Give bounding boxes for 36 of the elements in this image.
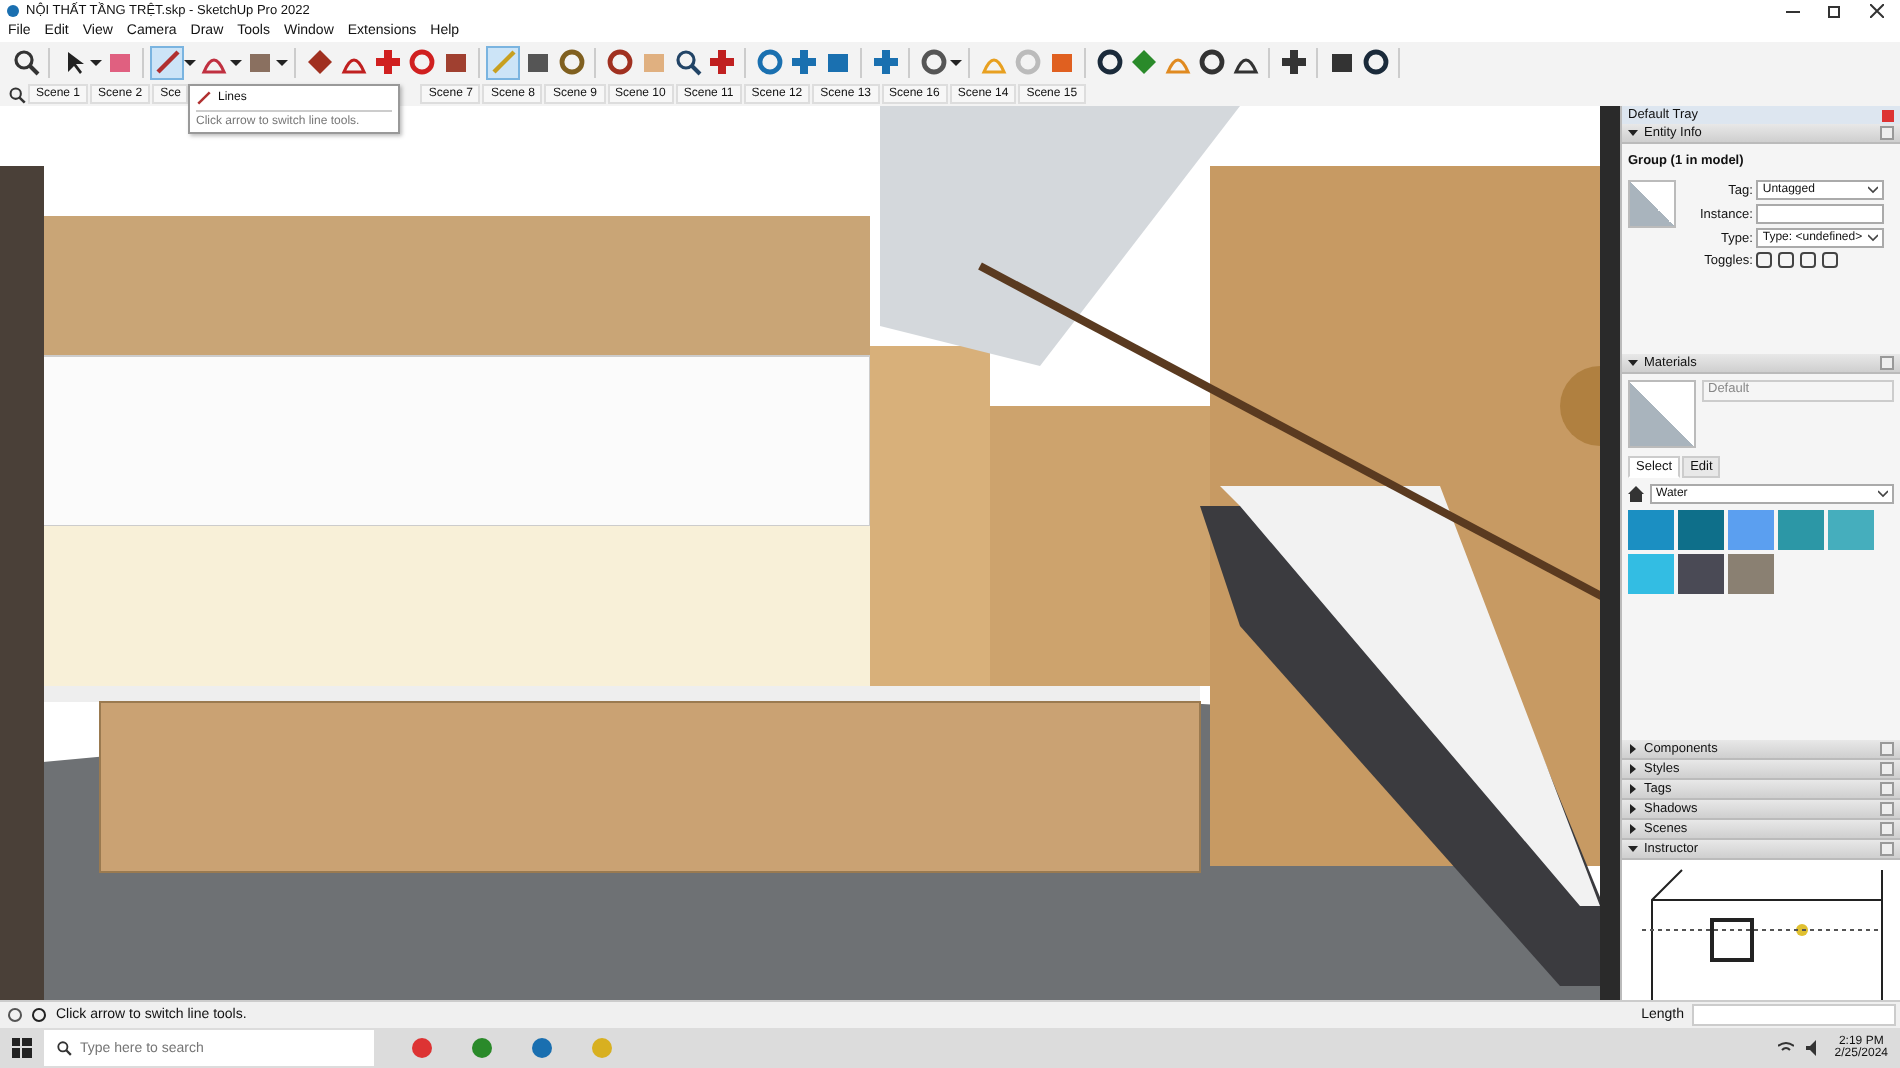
pencil-icon (196, 90, 212, 106)
search-icon (56, 1040, 72, 1056)
network-icon[interactable] (1778, 1040, 1795, 1056)
windows-start-icon[interactable] (12, 1038, 32, 1058)
material-swatch[interactable] (1778, 510, 1824, 550)
home-icon[interactable] (1628, 486, 1644, 502)
chevron-down-icon (1868, 186, 1879, 194)
chevron-down-icon (1878, 490, 1888, 498)
material-swatch[interactable] (1678, 554, 1724, 594)
measurement-field[interactable] (1692, 1004, 1896, 1026)
material-swatch[interactable] (1728, 510, 1774, 550)
taskbar-app-icon[interactable] (410, 1036, 434, 1060)
pencil-icon (153, 48, 181, 76)
taskbar-app-icon[interactable] (470, 1036, 494, 1060)
pencil-tool[interactable] (150, 45, 184, 79)
magnifier-tool[interactable] (670, 45, 704, 79)
material-swatch[interactable] (1628, 554, 1674, 594)
taskbar-app-icon[interactable] (530, 1036, 554, 1060)
chevron-down-icon (1868, 234, 1879, 242)
material-swatch[interactable] (1828, 510, 1874, 550)
magnifier-tool[interactable] (8, 45, 42, 79)
material-swatch[interactable] (1678, 510, 1724, 550)
rectangle-icon (245, 48, 273, 76)
material-swatch[interactable] (1628, 510, 1674, 550)
caret-down-icon (1628, 844, 1638, 854)
input-field[interactable] (1756, 204, 1885, 224)
search-icon[interactable] (8, 85, 26, 103)
caret-down-icon (1628, 128, 1638, 138)
magnifier-icon (11, 48, 39, 76)
restore-icon[interactable] (1828, 3, 1842, 17)
app-logo-icon (6, 3, 20, 17)
material-preview (1628, 380, 1696, 448)
caret-down-icon (1628, 358, 1638, 368)
material-thumbnail (1628, 180, 1676, 228)
material-swatch[interactable] (1728, 554, 1774, 594)
magnifier-icon (673, 48, 701, 76)
